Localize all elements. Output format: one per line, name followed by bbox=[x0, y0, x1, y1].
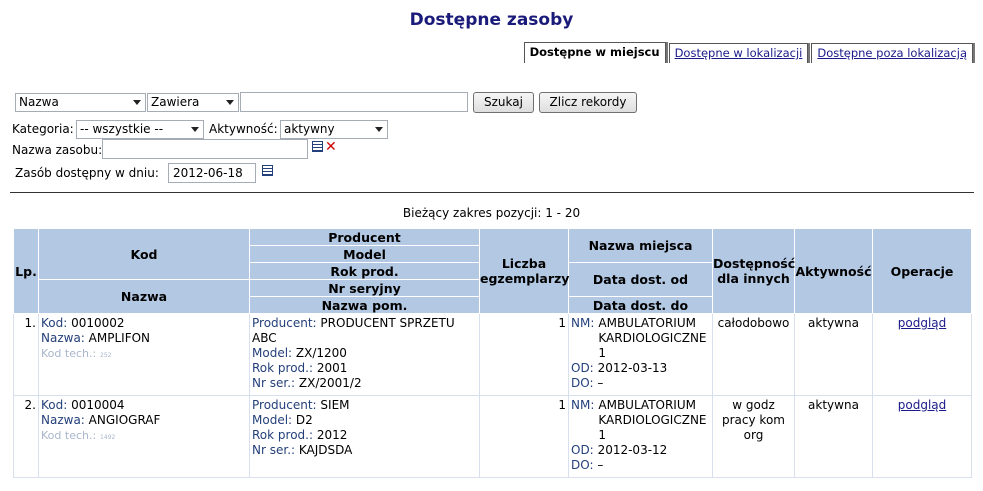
search-button[interactable]: Szukaj bbox=[473, 92, 534, 113]
resources-table: Lp. Kod Producent Liczba egzemplarzy Naz… bbox=[13, 228, 972, 478]
tab-dostepne-poza-lokalizacja[interactable]: Dostępne poza lokalizacją bbox=[811, 43, 973, 63]
search-mode-select[interactable]: Zawiera bbox=[147, 93, 239, 112]
table-row: 2. Kod: 0010004 Nazwa: ANGIOGRAF Kod tec… bbox=[13, 395, 972, 478]
tabs: Dostępne w miejscu Dostępne w lokalizacj… bbox=[523, 42, 973, 63]
aktywnosc-label: Aktywność: bbox=[209, 122, 278, 136]
col-miejsce: Nazwa miejsca bbox=[568, 228, 713, 263]
col-rok: Rok prod. bbox=[249, 262, 480, 280]
col-nazwa-pom: Nazwa pom. bbox=[249, 296, 480, 314]
col-data-od: Data dost. od bbox=[568, 262, 713, 297]
col-aktywnosc: Aktywność bbox=[794, 228, 873, 314]
row-liczba: 1 bbox=[479, 395, 569, 478]
row-miejsce-cell: NM: AMBULATORIUM KARDIOLOGICZNE 1 OD: 201… bbox=[568, 313, 713, 396]
kategoria-select[interactable]: -- wszystkie -- bbox=[76, 120, 204, 139]
row-kod-cell: Kod: 0010004 Nazwa: ANGIOGRAF Kod tech.:… bbox=[38, 395, 250, 478]
col-operacje: Operacje bbox=[872, 228, 972, 314]
chevron-down-icon bbox=[191, 127, 199, 132]
row-producent-cell: Producent: PRODUCENT SPRZETU ABC Model: … bbox=[249, 313, 480, 396]
aktywnosc-select[interactable]: aktywny bbox=[280, 120, 388, 139]
row-kod-cell: Kod: 0010002 Nazwa: AMPLIFON Kod tech.: … bbox=[38, 313, 250, 396]
nazwa-zasobu-label: Nazwa zasobu: bbox=[12, 143, 103, 157]
col-data-do: Data dost. do bbox=[568, 296, 713, 314]
row-operacje-cell: podgląd bbox=[872, 395, 972, 478]
row-dostepnosc: w godz pracy kom org bbox=[712, 395, 795, 478]
chevron-down-icon bbox=[133, 100, 141, 105]
row-aktywnosc: aktywna bbox=[794, 313, 873, 396]
tab-dostepne-w-miejscu[interactable]: Dostępne w miejscu bbox=[523, 42, 666, 63]
row-dostepnosc: całodobowo bbox=[712, 313, 795, 396]
row-aktywnosc: aktywna bbox=[794, 395, 873, 478]
date-input[interactable]: 2012-06-18 bbox=[168, 163, 256, 183]
clear-icon[interactable]: ✕ bbox=[325, 140, 337, 154]
range-info: Bieżący zakres pozycji: 1 - 20 bbox=[402, 206, 581, 220]
col-dostepnosc: Dostępność dla innych bbox=[712, 228, 795, 314]
col-liczba: Liczba egzemplarzy bbox=[479, 228, 569, 314]
row-liczba: 1 bbox=[479, 313, 569, 396]
list-picker-icon[interactable] bbox=[312, 141, 323, 152]
col-nazwa: Nazwa bbox=[38, 279, 250, 314]
divider bbox=[10, 192, 974, 193]
kategoria-label: Kategoria: bbox=[12, 122, 74, 136]
row-lp: 1. bbox=[13, 313, 39, 396]
table-row: 1. Kod: 0010002 Nazwa: AMPLIFON Kod tech… bbox=[13, 313, 972, 396]
date-label: Zasób dostępny w dniu: bbox=[15, 166, 159, 180]
view-link[interactable]: podgląd bbox=[898, 398, 947, 412]
row-miejsce-cell: NM: AMBULATORIUM KARDIOLOGICZNE 1 OD: 201… bbox=[568, 395, 713, 478]
nazwa-zasobu-input[interactable] bbox=[102, 139, 308, 159]
row-operacje-cell: podgląd bbox=[872, 313, 972, 396]
calendar-icon[interactable] bbox=[262, 165, 273, 176]
chevron-down-icon bbox=[226, 100, 234, 105]
col-model: Model bbox=[249, 245, 480, 263]
chevron-down-icon bbox=[375, 127, 383, 132]
view-link[interactable]: podgląd bbox=[898, 316, 947, 330]
page-title: Dostępne zasoby bbox=[409, 10, 574, 30]
tab-dostepne-w-lokalizacji[interactable]: Dostępne w lokalizacji bbox=[668, 43, 809, 63]
row-producent-cell: Producent: SIEM Model: D2 Rok prod.: 201… bbox=[249, 395, 480, 478]
count-records-button[interactable]: Zlicz rekordy bbox=[539, 92, 637, 113]
col-kod: Kod bbox=[38, 228, 250, 280]
row-lp: 2. bbox=[13, 395, 39, 478]
col-lp: Lp. bbox=[13, 228, 39, 314]
col-producent: Producent bbox=[249, 228, 480, 246]
search-input[interactable] bbox=[240, 92, 468, 112]
col-nr: Nr seryjny bbox=[249, 279, 480, 297]
search-field-select[interactable]: Nazwa bbox=[15, 93, 146, 112]
